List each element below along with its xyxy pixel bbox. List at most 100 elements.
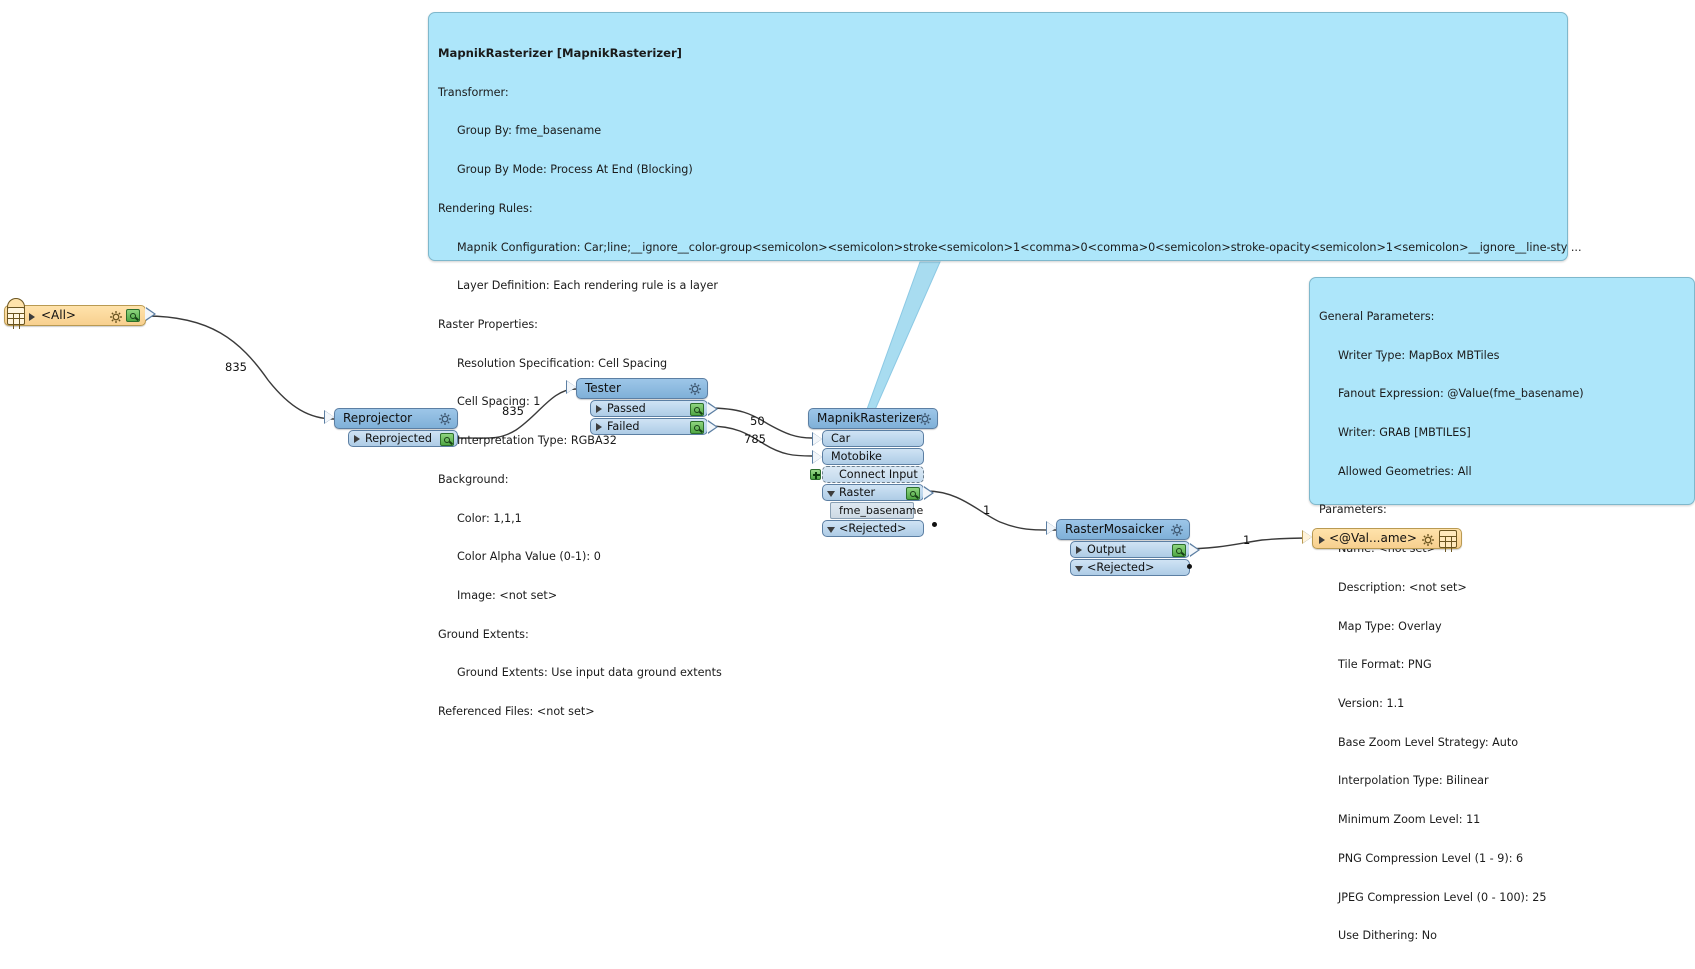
gear-icon[interactable] (438, 412, 452, 426)
annotation-line: Description: <not set> (1338, 580, 1467, 594)
annotation-line: Parameters: (1319, 503, 1387, 517)
mapnik-header[interactable]: MapnikRasterizer (808, 408, 938, 429)
gear-icon[interactable] (1170, 523, 1184, 537)
annotation-line: Fanout Expression: @Value(fme_basename) (1338, 387, 1584, 401)
tester-header[interactable]: Tester (566, 378, 708, 399)
mosaicker-title: RasterMosaicker (1065, 522, 1164, 536)
input-arrow-inner-icon (325, 411, 334, 423)
wire-count-reader-reprojector: 835 (225, 360, 247, 374)
port-label: Connect Input (839, 468, 918, 481)
chevron-down-icon[interactable] (827, 527, 835, 533)
inspect-magnifier-icon[interactable] (906, 487, 920, 500)
annotation-line: Transformer: (438, 85, 509, 99)
reader-node[interactable]: <All> (4, 298, 156, 329)
port-label: Reprojected (365, 432, 432, 445)
output-arrow-inner-icon (707, 403, 716, 415)
annotation-line: Tile Format: PNG (1338, 658, 1432, 672)
gear-icon[interactable] (1421, 533, 1435, 547)
attribute-label: fme_basename (839, 504, 924, 517)
chevron-right-icon (596, 423, 602, 431)
input-arrow-inner-icon (1303, 531, 1312, 543)
annotation-line: Group By: fme_basename (457, 124, 602, 138)
tester-title: Tester (585, 381, 621, 395)
writer-table-icon (1439, 530, 1457, 552)
output-arrow-inner-icon (1189, 544, 1198, 556)
chevron-right-icon (1076, 546, 1082, 554)
wire-count-raster-mosaicker: 1 (983, 503, 991, 517)
reprojector-title: Reprojector (343, 411, 413, 425)
annotation-line: Interpolation Type: Bilinear (1338, 774, 1489, 788)
port-label: Output (1087, 543, 1126, 556)
rastermosaicker-node[interactable]: RasterMosaicker Output <Rejected> (1046, 519, 1200, 576)
annotation-line: Base Zoom Level Strategy: Auto (1338, 735, 1519, 749)
reader-table-icon (7, 307, 25, 329)
inspect-magnifier-icon[interactable] (126, 309, 140, 322)
port-passed[interactable]: Passed (590, 400, 718, 417)
mapnikrasterizer-node[interactable]: MapnikRasterizer Car Motobike Connect In… (808, 408, 938, 537)
input-arrow-inner-icon (813, 433, 822, 445)
port-label: <Rejected> (1087, 561, 1155, 574)
port-raster[interactable]: Raster (822, 484, 934, 501)
annotation-line: Allowed Geometries: All (1338, 464, 1472, 478)
attribute-fme-basename[interactable]: fme_basename (830, 502, 923, 519)
chevron-right-icon (596, 405, 602, 413)
gear-icon[interactable] (688, 382, 702, 396)
annotation-line: Use Dithering: No (1338, 929, 1437, 943)
input-arrow-inner-icon (1047, 522, 1056, 534)
mapnik-title: MapnikRasterizer (817, 411, 921, 425)
wire-count-passed-car: 50 (750, 414, 765, 428)
add-plus-icon[interactable] (810, 469, 821, 480)
input-arrow-inner-icon (567, 381, 576, 393)
reader-expand-icon[interactable] (29, 313, 35, 321)
port-failed[interactable]: Failed (590, 418, 718, 435)
tester-node[interactable]: Tester Passed Failed (566, 378, 718, 435)
reader-label: <All> (41, 308, 76, 322)
port-label: Car (831, 432, 851, 445)
gear-icon[interactable] (918, 412, 932, 426)
chevron-down-icon[interactable] (827, 491, 835, 497)
annotation-line: Rendering Rules: (438, 201, 533, 215)
reprojector-node[interactable]: Reprojector Reprojected (324, 408, 458, 447)
writer-node-header[interactable]: <@Val...ame> (1302, 528, 1462, 552)
input-arrow-inner-icon (813, 451, 822, 463)
mapnik-annotation-callout[interactable]: MapnikRasterizer [MapnikRasterizer] Tran… (428, 12, 1582, 718)
port-output[interactable]: Output (1070, 541, 1200, 558)
port-car[interactable]: Car (812, 430, 924, 447)
port-label: Raster (839, 486, 876, 499)
inspect-magnifier-icon[interactable] (1172, 544, 1186, 557)
inspect-magnifier-icon[interactable] (440, 433, 454, 446)
reader-node-header[interactable]: <All> (4, 298, 156, 329)
annotation-line: Mapnik Configuration: Car;line;__ignore_… (457, 240, 1582, 254)
inspect-magnifier-icon[interactable] (690, 403, 704, 416)
annotation-line: PNG Compression Level (1 - 9): 6 (1338, 851, 1524, 865)
mapnik-annotation-title: MapnikRasterizer [MapnikRasterizer] (438, 45, 682, 60)
mosaicker-header[interactable]: RasterMosaicker (1046, 519, 1190, 540)
output-arrow-inner-icon (707, 421, 716, 433)
port-connect-input[interactable]: Connect Input (810, 466, 924, 483)
port-label: Passed (607, 402, 646, 415)
port-rejected[interactable]: <Rejected> (822, 520, 924, 537)
wire-count-failed-motobike: 785 (744, 432, 766, 446)
writer-node[interactable]: <@Val...ame> (1302, 528, 1462, 552)
port-reprojected[interactable]: Reprojected (348, 430, 458, 447)
inspect-magnifier-icon[interactable] (690, 421, 704, 434)
port-rejected[interactable]: <Rejected> (1070, 559, 1190, 576)
annotation-line: Writer Type: MapBox MBTiles (1338, 348, 1500, 362)
writer-label: <@Val...ame> (1329, 531, 1417, 545)
chevron-down-icon[interactable] (1075, 566, 1083, 572)
annotation-line: Version: 1.1 (1338, 697, 1405, 710)
wire-count-mosaicker-writer: 1 (1243, 533, 1251, 547)
port-motobike[interactable]: Motobike (812, 448, 924, 465)
reprojector-header[interactable]: Reprojector (324, 408, 458, 429)
writer-annotation-callout[interactable]: General Parameters: Writer Type: MapBox … (1309, 277, 1695, 942)
rejected-endpoint-dot (1187, 564, 1192, 569)
workflow-canvas[interactable]: MapnikRasterizer [MapnikRasterizer] Tran… (0, 0, 1695, 942)
output-arrow-inner-icon (923, 487, 932, 499)
port-label: <Rejected> (839, 522, 907, 535)
port-label: Motobike (831, 450, 882, 463)
annotation-line: Group By Mode: Process At End (Blocking) (457, 163, 693, 177)
port-label: Failed (607, 420, 640, 433)
gear-icon[interactable] (109, 310, 123, 324)
annotation-line: Minimum Zoom Level: 11 (1338, 813, 1481, 827)
writer-expand-icon[interactable] (1319, 536, 1325, 544)
